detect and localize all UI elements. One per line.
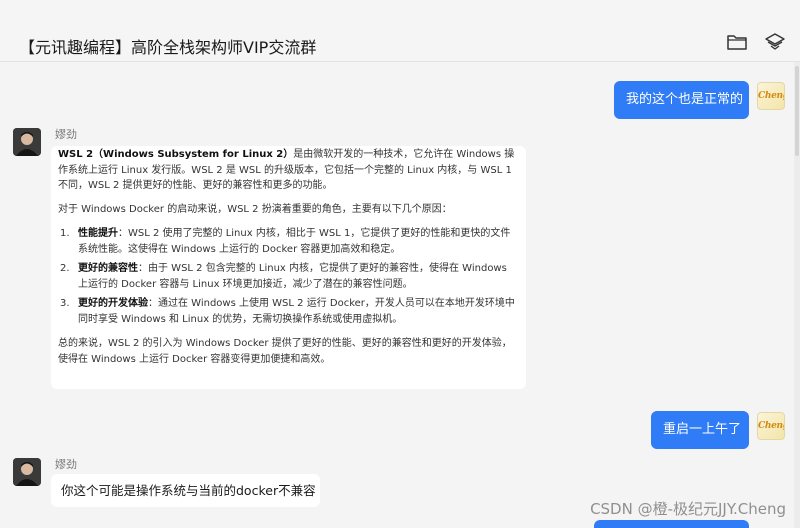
doc-list: 1. 性能提升：WSL 2 使用了完整的 Linux 内核，相比于 WSL 1，它…	[58, 226, 518, 327]
outgoing-message-bubble[interactable]: 我的这个也是正常的	[614, 81, 749, 119]
incoming-message-bubble[interactable]: 你这个可能是操作系统与当前的docker不兼容	[51, 474, 320, 507]
shield-icon[interactable]	[764, 32, 786, 52]
avatar[interactable]	[13, 128, 41, 156]
list-item: 2. 更好的兼容性：由于 WSL 2 包含完整的 Linux 内核，它提供了更好的…	[58, 261, 518, 292]
list-item-text: ：由于 WSL 2 包含完整的 Linux 内核，它提供了更好的兼容性，使得在 …	[78, 263, 507, 290]
list-item-title: 更好的兼容性	[78, 263, 138, 274]
list-number: 3.	[60, 298, 70, 309]
list-item-text: ：WSL 2 使用了完整的 Linux 内核，相比于 WSL 1，它提供了更好的…	[78, 228, 511, 255]
list-item: 3. 更好的开发体验：通过在 Windows 上使用 WSL 2 运行 Docke…	[58, 296, 518, 327]
avatar[interactable]	[13, 458, 41, 486]
list-number: 2.	[60, 263, 70, 274]
doc-conclusion: 总的来说，WSL 2 的引入为 Windows Docker 提供了更好的性能、…	[58, 338, 512, 365]
scrollbar[interactable]	[794, 62, 800, 528]
scrollbar-thumb[interactable]	[795, 66, 799, 156]
avatar[interactable]: Cheng	[757, 82, 785, 110]
avatar[interactable]: Cheng	[757, 412, 785, 440]
doc-intro: WSL 2（Windows Subsystem for Linux 2）是由微软…	[58, 147, 518, 194]
outgoing-message-bubble[interactable]	[594, 520, 749, 528]
person-icon	[13, 458, 41, 486]
folder-icon[interactable]	[726, 32, 748, 52]
outgoing-message-bubble[interactable]: 重启一上午了	[651, 411, 749, 449]
sender-name: 嫪劲	[55, 128, 77, 141]
incoming-message-bubble[interactable]: WSL 2（Windows Subsystem for Linux 2）是由微软…	[51, 146, 526, 389]
doc-intro-bold: WSL 2（Windows Subsystem for Linux 2）	[58, 149, 294, 160]
list-number: 1.	[60, 228, 70, 239]
chat-title: 【元讯趣编程】高阶全栈架构师VIP交流群	[19, 38, 317, 57]
avatar-text: Cheng	[758, 91, 784, 101]
person-icon	[13, 128, 41, 156]
avatar-text: Cheng	[758, 421, 784, 431]
list-item-title: 性能提升	[78, 228, 118, 239]
watermark: CSDN @橙-极纪元JJY.Cheng	[590, 500, 786, 518]
list-item-title: 更好的开发体验	[78, 298, 148, 309]
list-item: 1. 性能提升：WSL 2 使用了完整的 Linux 内核，相比于 WSL 1，它…	[58, 226, 518, 257]
sender-name: 嫪劲	[55, 458, 77, 471]
doc-paragraph: 对于 Windows Docker 的启动来说，WSL 2 扮演着重要的角色，主…	[58, 203, 452, 215]
chat-header: 【元讯趣编程】高阶全栈架构师VIP交流群	[0, 0, 800, 62]
